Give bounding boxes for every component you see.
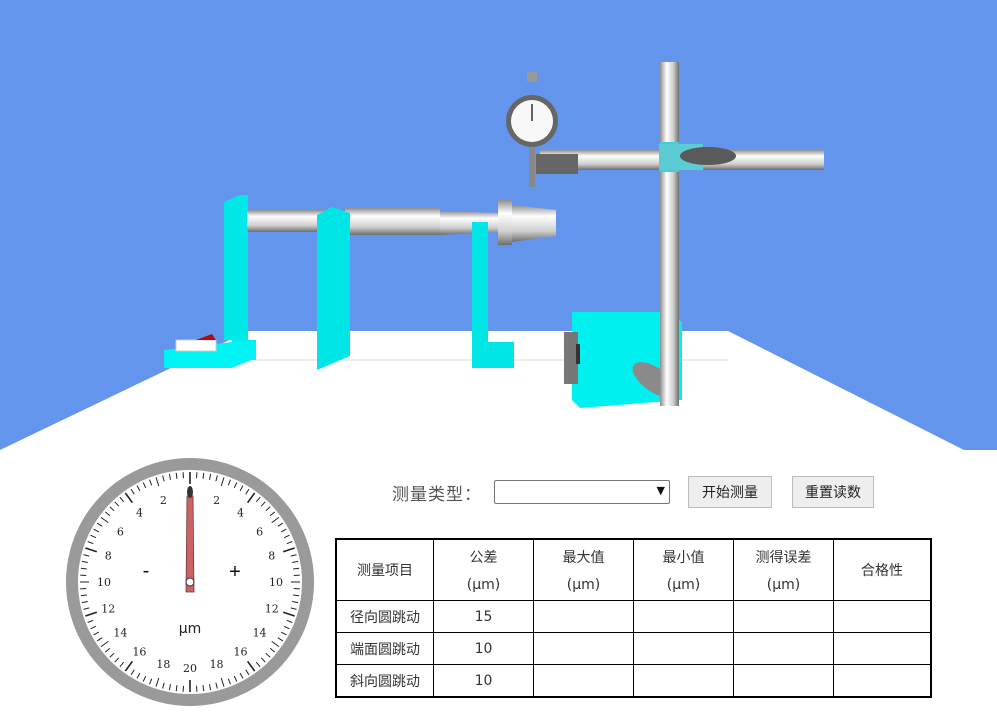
dial-plus-sign: + xyxy=(229,561,241,583)
reset-reading-button[interactable]: 重置读数 xyxy=(792,476,874,508)
table-cell xyxy=(833,632,932,665)
chevron-down-icon: ▼ xyxy=(656,484,665,497)
table-row: 径向圆跳动 15 xyxy=(335,600,932,633)
dial-label-right: 14 xyxy=(253,627,267,640)
table-cell xyxy=(833,664,932,698)
dial-label-left: 16 xyxy=(132,646,146,659)
dial-label-left: 4 xyxy=(136,506,143,519)
table-cell xyxy=(533,632,634,665)
dial-label-right: 6 xyxy=(256,525,263,538)
table-cell: 端面圆跳动 xyxy=(335,632,434,665)
dial-label-left: 2 xyxy=(160,494,167,507)
measurement-controls: 测量类型： ▼ 开始测量 重置读数 xyxy=(392,476,874,508)
header-item: 测量项目 xyxy=(335,538,434,601)
table-cell xyxy=(733,600,834,633)
dial-label-right: 16 xyxy=(234,646,248,659)
header-conformity: 合格性 xyxy=(833,538,932,601)
dial-pointer xyxy=(185,486,195,593)
dial-label-left: 8 xyxy=(105,549,112,562)
dial-label-left: 10 xyxy=(97,576,111,589)
table-header-row: 测量项目 公差 (μm) 最大值 (μm) 最小值 (μm) 测得误差 (μm) 合格性 xyxy=(335,538,932,601)
center-support xyxy=(317,207,350,370)
header-min: 最小值 (μm) xyxy=(633,538,734,601)
table-cell xyxy=(733,632,834,665)
dial-label-bottom: 20 xyxy=(183,662,197,675)
dial-label-left: 12 xyxy=(101,603,115,616)
table-cell: 径向圆跳动 xyxy=(335,600,434,633)
dial-label-right: 12 xyxy=(265,603,279,616)
dial-label-right: 4 xyxy=(237,506,244,519)
dial-label-right: 2 xyxy=(213,494,220,507)
table-row: 斜向圆跳动 10 xyxy=(335,664,932,698)
dial-minus-sign: - xyxy=(143,560,150,582)
table-cell: 斜向圆跳动 xyxy=(335,664,434,698)
dial-indicator: 2468101214161824681012141618 20 - + μm xyxy=(66,458,314,706)
table-cell xyxy=(733,664,834,698)
dial-label-left: 6 xyxy=(117,525,124,538)
table-cell: 10 xyxy=(433,664,534,698)
dial-unit-label: μm xyxy=(179,621,202,637)
3d-scene[interactable] xyxy=(0,0,997,450)
table-cell xyxy=(533,664,634,698)
header-max: 最大值 (μm) xyxy=(533,538,634,601)
dial-label-right: 18 xyxy=(210,658,224,671)
measurement-type-select[interactable]: ▼ xyxy=(494,480,670,504)
start-measurement-button[interactable]: 开始测量 xyxy=(688,476,772,508)
table-cell: 15 xyxy=(433,600,534,633)
dial-label-right: 10 xyxy=(269,576,283,589)
table-cell xyxy=(833,600,932,633)
measurement-type-label: 测量类型： xyxy=(392,484,482,505)
dial-label-left: 14 xyxy=(113,627,127,640)
table-cell xyxy=(633,664,734,698)
table-row: 端面圆跳动 10 xyxy=(335,632,932,665)
table-cell: 10 xyxy=(433,632,534,665)
results-table: 测量项目 公差 (μm) 最大值 (μm) 最小值 (μm) 测得误差 (μm) 合格性… xyxy=(335,538,932,698)
header-tolerance: 公差 (μm) xyxy=(433,538,534,601)
table-cell xyxy=(633,632,734,665)
table-cell xyxy=(633,600,734,633)
table-cell xyxy=(533,600,634,633)
dial-label-right: 8 xyxy=(268,549,275,562)
header-error: 测得误差 (μm) xyxy=(733,538,834,601)
dial-label-left: 18 xyxy=(156,658,170,671)
